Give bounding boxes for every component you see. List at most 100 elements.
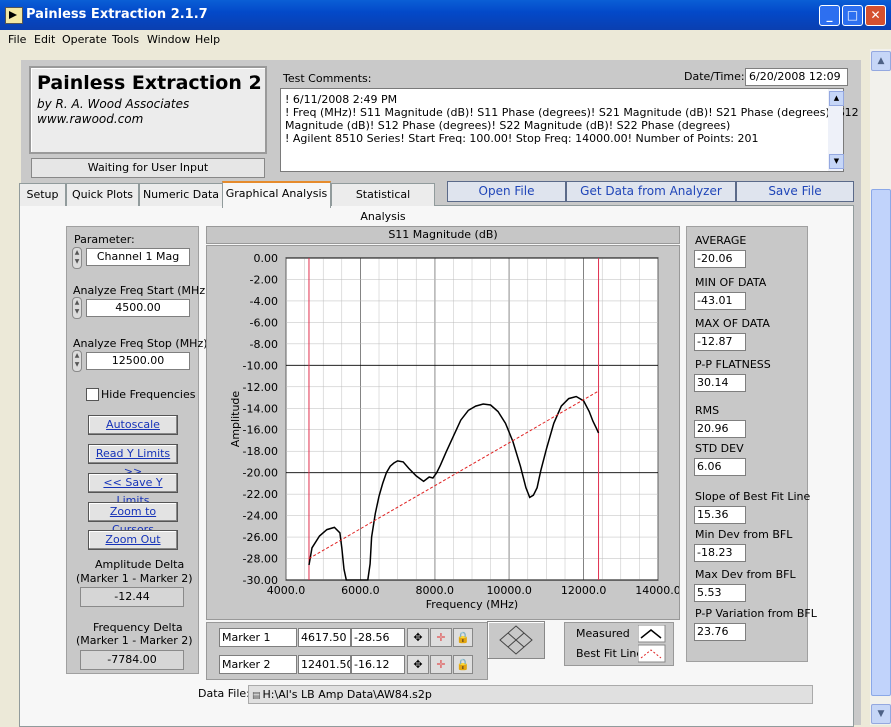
- stat-label: AVERAGE: [695, 234, 747, 247]
- window-title: Painless Extraction 2.1.7: [26, 7, 208, 22]
- legend-bfl-label: Best Fit Line: [576, 647, 644, 660]
- menu-operate[interactable]: Operate: [62, 33, 107, 46]
- y-tick-label: 0.00: [254, 252, 279, 265]
- y-tick-label: -18.00: [243, 445, 278, 458]
- comments-label: Test Comments:: [283, 72, 372, 85]
- save-y-limits-button[interactable]: << Save Y Limits: [88, 473, 178, 507]
- marker-1-move-icon[interactable]: ✥: [407, 628, 429, 647]
- zoom-out-button[interactable]: Zoom Out: [88, 530, 178, 550]
- datetime-label: Date/Time:: [684, 70, 745, 83]
- close-button[interactable]: ✕: [865, 5, 886, 26]
- marker-2-move-icon[interactable]: ✥: [407, 655, 429, 674]
- stat-value: -43.01: [694, 292, 746, 310]
- stat-value: 30.14: [694, 374, 746, 392]
- get-data-button[interactable]: Get Data from Analyzer: [566, 181, 736, 202]
- menu-edit[interactable]: Edit: [34, 33, 55, 46]
- amplitude-delta-label: Amplitude Delta: [95, 558, 185, 571]
- stat-label: RMS: [695, 404, 720, 417]
- menu-help[interactable]: Help: [195, 33, 220, 46]
- zoom-to-cursors-button[interactable]: Zoom to Cursors: [88, 502, 178, 536]
- brand-author: by R. A. Wood Associates: [37, 97, 190, 111]
- marker-2-lock-icon[interactable]: 🔒: [453, 655, 473, 674]
- x-tick-label: 10000.0: [486, 584, 532, 597]
- comment-line: ! Agilent 8510 Series! Start Freq: 100.0…: [285, 132, 759, 145]
- parameter-spinner[interactable]: ▲ ▼: [72, 247, 82, 269]
- scroll-up-button[interactable]: ▲: [871, 51, 891, 71]
- y-tick-label: -24.00: [243, 510, 278, 523]
- hide-frequencies-checkbox[interactable]: [86, 388, 99, 401]
- stat-value: 23.76: [694, 623, 746, 641]
- stat-label: P-P Variation from BFL: [695, 607, 817, 620]
- chart-svg[interactable]: 4000.0 6000.0 8000.0 10000.0 12000.0 14000.00…: [207, 246, 679, 619]
- amplitude-delta-value: -12.44: [80, 587, 184, 607]
- start-freq-spinner[interactable]: ▲ ▼: [72, 297, 82, 319]
- chart-title: S11 Magnitude (dB): [206, 226, 680, 244]
- data-file-path-text: H:\Al's LB Amp Data\AW84.s2p: [262, 688, 432, 701]
- comment-line: ! Freq (MHz)! S11 Magnitude (dB)! S11 Ph…: [285, 106, 859, 119]
- comments-textarea[interactable]: ! 6/11/2008 2:49 PM ! Freq (MHz)! S11 Ma…: [280, 88, 859, 172]
- stat-value: 5.53: [694, 584, 746, 602]
- frequency-delta-label: Frequency Delta: [93, 621, 183, 634]
- comment-line: ! 6/11/2008 2:49 PM: [285, 93, 398, 106]
- marker-1-amp[interactable]: -28.56: [351, 628, 405, 647]
- minimize-button[interactable]: _: [819, 5, 840, 26]
- comment-line: Magnitude (dB)! S12 Phase (degrees)! S22…: [285, 119, 731, 132]
- tab-numeric-data[interactable]: Numeric Data: [139, 183, 223, 206]
- open-file-button[interactable]: Open File: [447, 181, 566, 202]
- vertical-scrollbar[interactable]: ▲ ▼: [870, 49, 891, 725]
- stat-label: STD DEV: [695, 442, 744, 455]
- save-file-button[interactable]: Save File: [736, 181, 854, 202]
- menu-tools[interactable]: Tools: [112, 33, 139, 46]
- menu-file[interactable]: File: [8, 33, 26, 46]
- comments-scroll-up[interactable]: ▲: [829, 91, 844, 106]
- brand-url: www.rawood.com: [37, 112, 144, 126]
- tab-quick-plots[interactable]: Quick Plots: [66, 183, 139, 206]
- y-tick-label: -16.00: [243, 424, 278, 437]
- tab-setup[interactable]: Setup: [19, 183, 66, 206]
- y-tick-label: -26.00: [243, 531, 278, 544]
- scroll-down-button[interactable]: ▼: [871, 704, 891, 724]
- cursor-move-pad[interactable]: [487, 621, 545, 659]
- path-icon: ▤: [252, 691, 261, 701]
- stat-value: 20.96: [694, 420, 746, 438]
- tab-graphical-analysis[interactable]: Graphical Analysis: [222, 181, 331, 208]
- start-freq-input[interactable]: 4500.00: [86, 299, 190, 317]
- marker-1-name[interactable]: Marker 1: [219, 628, 297, 647]
- marker-2-amp[interactable]: -16.12: [351, 655, 405, 674]
- read-y-limits-button[interactable]: Read Y Limits >>: [88, 444, 178, 478]
- x-tick-label: 12000.0: [561, 584, 607, 597]
- comments-scrollbar[interactable]: ▲ ▼: [828, 89, 844, 171]
- comments-scroll-down[interactable]: ▼: [829, 154, 844, 169]
- cursor-diamond-icon: [499, 625, 533, 655]
- y-tick-label: -4.00: [250, 295, 278, 308]
- y-tick-label: -10.00: [243, 359, 278, 372]
- scroll-thumb[interactable]: [871, 189, 891, 696]
- y-tick-label: -8.00: [250, 338, 278, 351]
- maximize-button[interactable]: □: [842, 5, 863, 26]
- marker-1-lock-icon[interactable]: 🔒: [453, 628, 473, 647]
- tab-statistical-analysis[interactable]: Statistical Analysis: [331, 183, 435, 223]
- stop-freq-input[interactable]: 12500.00: [86, 352, 190, 370]
- autoscale-button[interactable]: Autoscale: [88, 415, 178, 435]
- stop-freq-spinner[interactable]: ▲ ▼: [72, 350, 82, 372]
- y-tick-label: -6.00: [250, 316, 278, 329]
- marker-2-cursor-icon[interactable]: ✛: [430, 655, 452, 674]
- marker-1-cursor-icon[interactable]: ✛: [430, 628, 452, 647]
- stat-label: Max Dev from BFL: [695, 568, 796, 581]
- y-tick-label: -12.00: [243, 381, 278, 394]
- marker-1-freq[interactable]: 4617.50: [298, 628, 351, 647]
- title-bar: Painless Extraction 2.1.7 _ □ ✕: [0, 0, 891, 30]
- marker-2-name[interactable]: Marker 2: [219, 655, 297, 674]
- stat-label: Slope of Best Fit Line: [695, 490, 811, 503]
- legend-measured-label: Measured: [576, 627, 630, 640]
- stat-label: P-P FLATNESS: [695, 358, 771, 371]
- y-tick-label: -30.00: [243, 574, 278, 587]
- y-axis-label: Amplitude: [229, 391, 242, 448]
- menu-window[interactable]: Window: [147, 33, 190, 46]
- data-file-path: ▤ H:\Al's LB Amp Data\AW84.s2p: [248, 685, 813, 704]
- stat-label: MAX OF DATA: [695, 317, 770, 330]
- parameter-select[interactable]: Channel 1 Mag: [86, 248, 190, 266]
- marker-2-freq[interactable]: 12401.50: [298, 655, 351, 674]
- start-freq-label: Analyze Freq Start (MHz): [73, 284, 210, 297]
- x-axis-label: Frequency (MHz): [426, 598, 518, 611]
